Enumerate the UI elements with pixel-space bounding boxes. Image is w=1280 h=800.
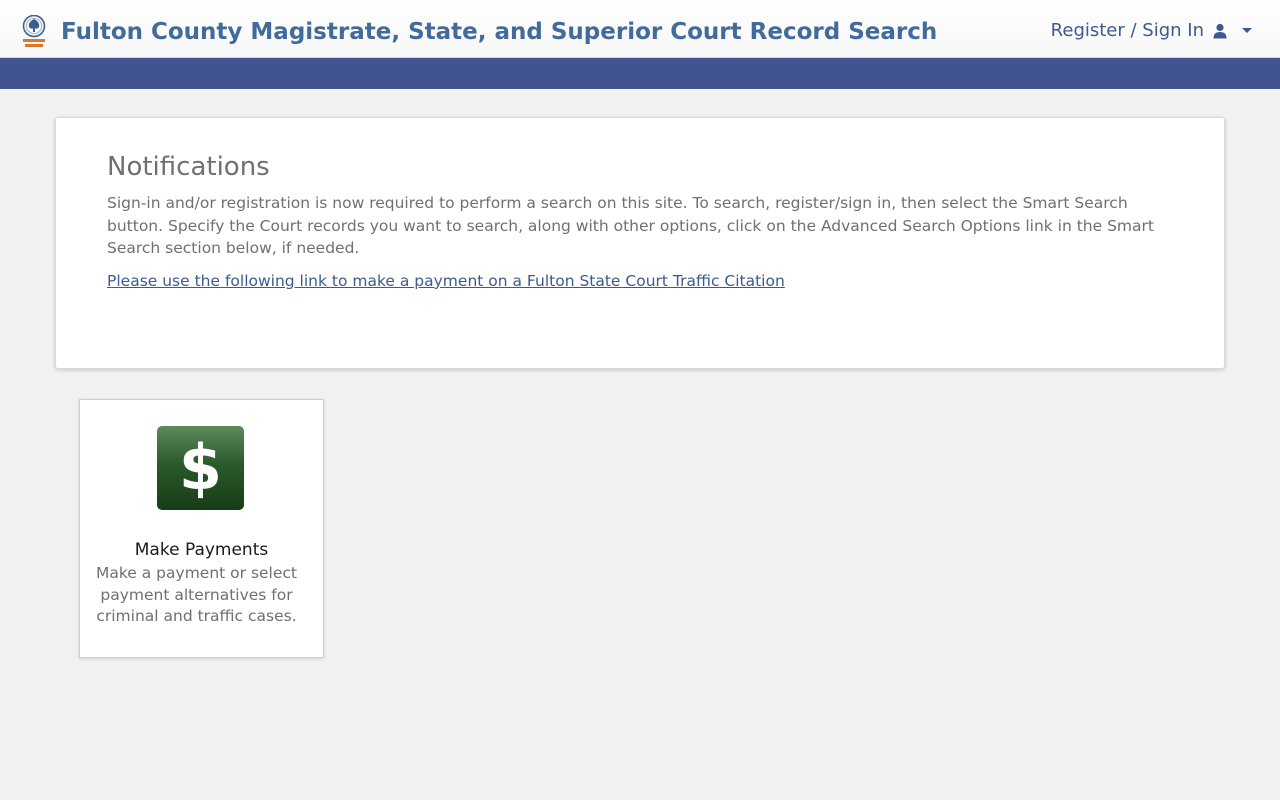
site-title[interactable]: Fulton County Magistrate, State, and Sup… [61,17,937,47]
traffic-citation-payment-link[interactable]: Please use the following link to make a … [107,270,785,292]
dollar-sign-icon: $ [157,426,244,510]
navigation-band [0,58,1280,89]
fulton-county-logo[interactable] [19,14,49,51]
notifications-panel: Notifications Sign-in and/or registratio… [55,117,1225,369]
notifications-message: Sign-in and/or registration is now requi… [107,194,1154,257]
chevron-down-icon [1242,28,1252,33]
card-description: Make a payment or select payment alterna… [96,564,297,625]
fulton-county-seal-icon [22,14,46,47]
card-title: Make Payments [134,540,269,560]
register-sign-in-menu[interactable]: Register / Sign In [1051,20,1252,41]
register-sign-in-label: Register / Sign In [1050,20,1204,41]
make-payments-card[interactable]: $ Make Payments Make a payment or select… [79,399,324,658]
notifications-heading: Notifications [107,152,270,182]
user-icon [1212,23,1228,39]
top-bar: Fulton County Magistrate, State, and Sup… [0,0,1280,58]
